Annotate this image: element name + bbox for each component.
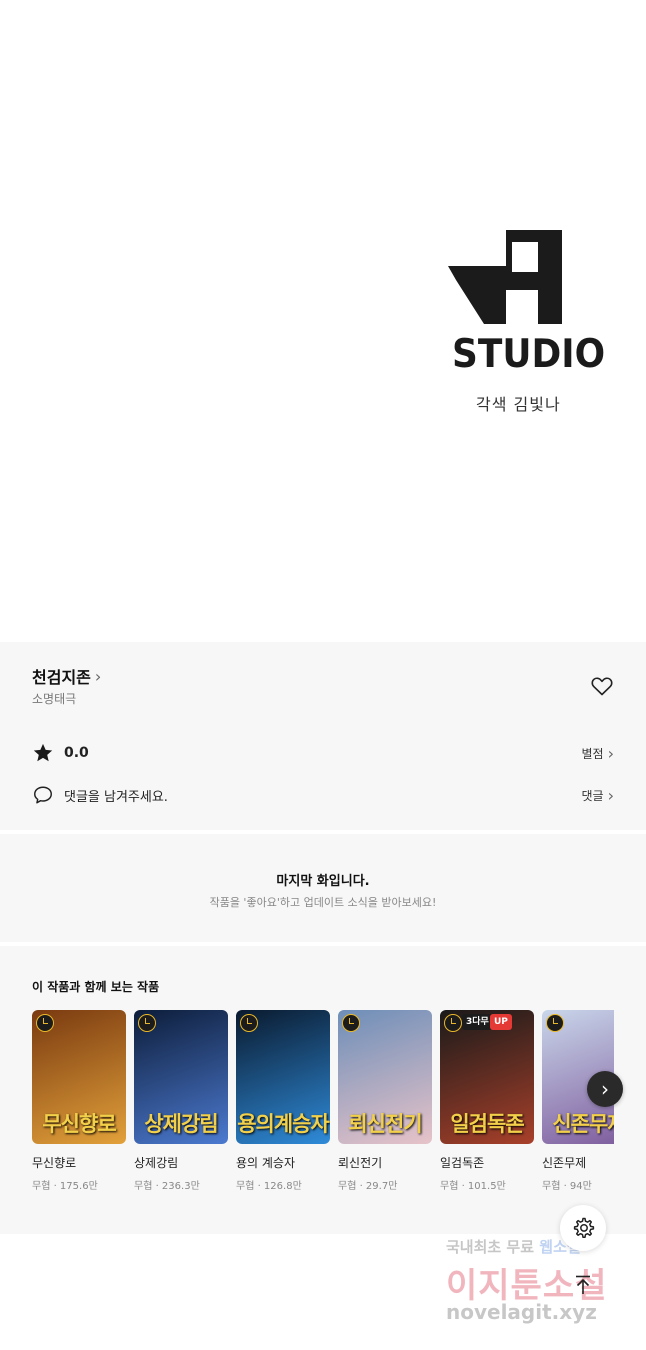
clock-icon xyxy=(444,1014,462,1032)
card-title: 일검독존 xyxy=(440,1156,485,1170)
cover-title-art: 용의계승자 xyxy=(237,1112,330,1136)
card-title: 용의 계승자 xyxy=(236,1156,296,1170)
gear-icon xyxy=(573,1217,595,1239)
cover-thumbnail[interactable]: 무신향로 xyxy=(32,1010,126,1144)
clock-icon xyxy=(240,1014,258,1032)
studio-wordmark: STUDIO xyxy=(452,332,606,377)
cover-title-art: 상제강림 xyxy=(144,1112,218,1136)
arrow-up-icon xyxy=(576,1275,590,1294)
card-meta: 무협 · 94만 xyxy=(542,1181,592,1192)
comment-prompt[interactable]: 댓글을 남겨주세요. xyxy=(64,786,168,805)
recommend-card[interactable]: 뢰신전기 뢰신전기 무협 · 29.7만 xyxy=(338,1010,432,1192)
up-badge: UP xyxy=(490,1014,512,1030)
recommend-card[interactable]: 3다무 UP 일검독존 일검독존 무협 · 101.5만 xyxy=(440,1010,534,1192)
comment-link[interactable]: 댓글 › xyxy=(582,786,615,805)
clock-icon xyxy=(36,1014,54,1032)
work-author: 소명태극 xyxy=(32,692,77,706)
chevron-right-icon: › xyxy=(601,1077,609,1101)
card-title: 무신향로 xyxy=(32,1156,77,1170)
clock-icon xyxy=(342,1014,360,1032)
card-meta: 무협 · 126.8만 xyxy=(236,1181,302,1192)
work-title: 천검지존 xyxy=(32,668,91,687)
cover-thumbnail[interactable]: 상제강림 xyxy=(134,1010,228,1144)
card-meta: 무협 · 175.6만 xyxy=(32,1181,98,1192)
recommend-section: 이 작품과 함께 보는 작품 무신향로 무신향로 무협 · 175.6만 상제강림 상제… xyxy=(0,946,646,1234)
cover-title-art: 뢰신전기 xyxy=(348,1112,422,1136)
chevron-right-icon: › xyxy=(607,786,614,805)
episode-end-image: STUDIO 각색 김빛나 xyxy=(0,0,646,642)
recommend-heading: 이 작품과 함께 보는 작품 xyxy=(32,980,160,994)
heart-icon[interactable] xyxy=(590,674,614,698)
card-title: 상제강림 xyxy=(134,1156,179,1170)
wait-free-badge: 3다무 xyxy=(462,1014,493,1030)
chevron-right-icon: › xyxy=(94,666,102,686)
rating-link[interactable]: 별점 › xyxy=(582,744,615,763)
card-title: 신존무제 xyxy=(542,1156,587,1170)
card-title: 뢰신전기 xyxy=(338,1156,383,1170)
cover-thumbnail[interactable]: 뢰신전기 xyxy=(338,1010,432,1144)
star-icon xyxy=(33,743,53,762)
work-info-panel: 천검지존 › 소명태극 0.0 별점 › 댓글을 남겨주세요. 댓글 › xyxy=(0,642,646,830)
chevron-right-icon: › xyxy=(607,744,614,763)
settings-button[interactable] xyxy=(560,1205,606,1251)
clock-icon xyxy=(546,1014,564,1032)
last-episode-heading: 마지막 화입니다. xyxy=(276,874,370,889)
carousel-next-button[interactable]: › xyxy=(587,1071,623,1107)
card-meta: 무협 · 236.3만 xyxy=(134,1181,200,1192)
last-episode-notice: 마지막 화입니다. 작품을 '좋아요'하고 업데이트 소식을 받아보세요! xyxy=(0,834,646,942)
card-meta: 무협 · 101.5만 xyxy=(440,1181,506,1192)
rating-link-label: 별점 xyxy=(581,747,604,761)
adaptation-credit: 각색 김빛나 xyxy=(476,395,561,414)
comment-icon xyxy=(34,786,52,804)
scroll-top-button[interactable] xyxy=(560,1262,606,1308)
comment-row: 댓글을 남겨주세요. 댓글 › xyxy=(32,782,614,808)
comment-link-label: 댓글 xyxy=(581,789,604,803)
recommend-card[interactable]: 무신향로 무신향로 무협 · 175.6만 xyxy=(32,1010,126,1192)
watermark-line1: 국내최초 무료 웹소설 xyxy=(446,1236,581,1257)
cover-title-art: 일검독존 xyxy=(450,1112,524,1136)
card-meta: 무협 · 29.7만 xyxy=(338,1181,398,1192)
work-title-link[interactable]: 천검지존 › xyxy=(32,664,101,688)
watermark-line1-a: 국내최초 무료 xyxy=(446,1238,535,1256)
cover-thumbnail[interactable]: 3다무 UP 일검독존 xyxy=(440,1010,534,1144)
rating-value: 0.0 xyxy=(64,745,89,761)
recommend-card[interactable]: 상제강림 상제강림 무협 · 236.3만 xyxy=(134,1010,228,1192)
cover-thumbnail[interactable]: 용의계승자 xyxy=(236,1010,330,1144)
cover-title-art: 무신향로 xyxy=(42,1112,116,1136)
rating-row: 0.0 별점 › xyxy=(32,740,614,766)
last-episode-subtext: 작품을 '좋아요'하고 업데이트 소식을 받아보세요! xyxy=(209,896,437,909)
recommend-card[interactable]: 용의계승자용의 계승자무협 · 126.8만 xyxy=(236,1010,330,1192)
recommend-carousel: 무신향로 무신향로 무협 · 175.6만 상제강림 상제강림 무협 · 236.3만 용의… xyxy=(32,1010,614,1210)
clock-icon xyxy=(138,1014,156,1032)
viewer-page: STUDIO 각색 김빛나 천검지존 › 소명태극 0.0 별점 › 댓글을 남… xyxy=(0,0,646,1350)
cover-title-art: 신존무제 xyxy=(552,1112,614,1136)
